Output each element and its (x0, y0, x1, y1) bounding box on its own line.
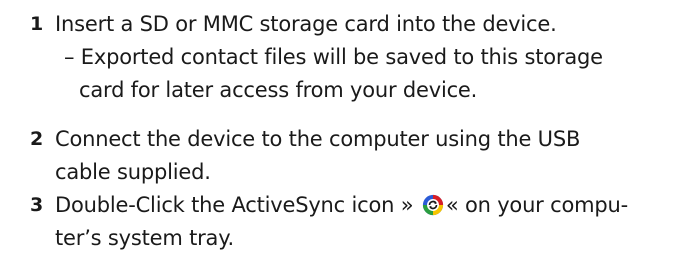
step-3-text-before-icon: Double-Click the ActiveSync icon » (55, 193, 414, 217)
step-1-note-line-2: card for later access from your device. (79, 78, 478, 102)
step-3-text-after-icon: « on your compu- (445, 193, 628, 217)
step-text: Double-Click the ActiveSync icon » « on … (55, 189, 655, 255)
step-2-line-1: Connect the device to the computer using… (55, 127, 581, 151)
step-text: Insert a SD or MMC storage card into the… (55, 8, 655, 41)
step-3-line-1: Double-Click the ActiveSync icon » « on … (55, 189, 655, 222)
step-number: 1 (30, 13, 44, 35)
step-1-note: – Exported contact files will be saved t… (64, 41, 664, 107)
step-3-line-2: ter’s system tray. (55, 226, 234, 250)
step-text: Connect the device to the computer using… (55, 123, 655, 189)
step-number: 3 (30, 194, 44, 216)
step-number: 2 (30, 128, 44, 150)
instruction-steps: 1 Insert a SD or MMC storage card into t… (0, 0, 676, 257)
activesync-icon (422, 194, 443, 216)
step-2-line-2: cable supplied. (55, 160, 211, 184)
step-1-instruction: Insert a SD or MMC storage card into the… (55, 12, 557, 36)
step-1-note-line-1: – Exported contact files will be saved t… (64, 45, 603, 69)
